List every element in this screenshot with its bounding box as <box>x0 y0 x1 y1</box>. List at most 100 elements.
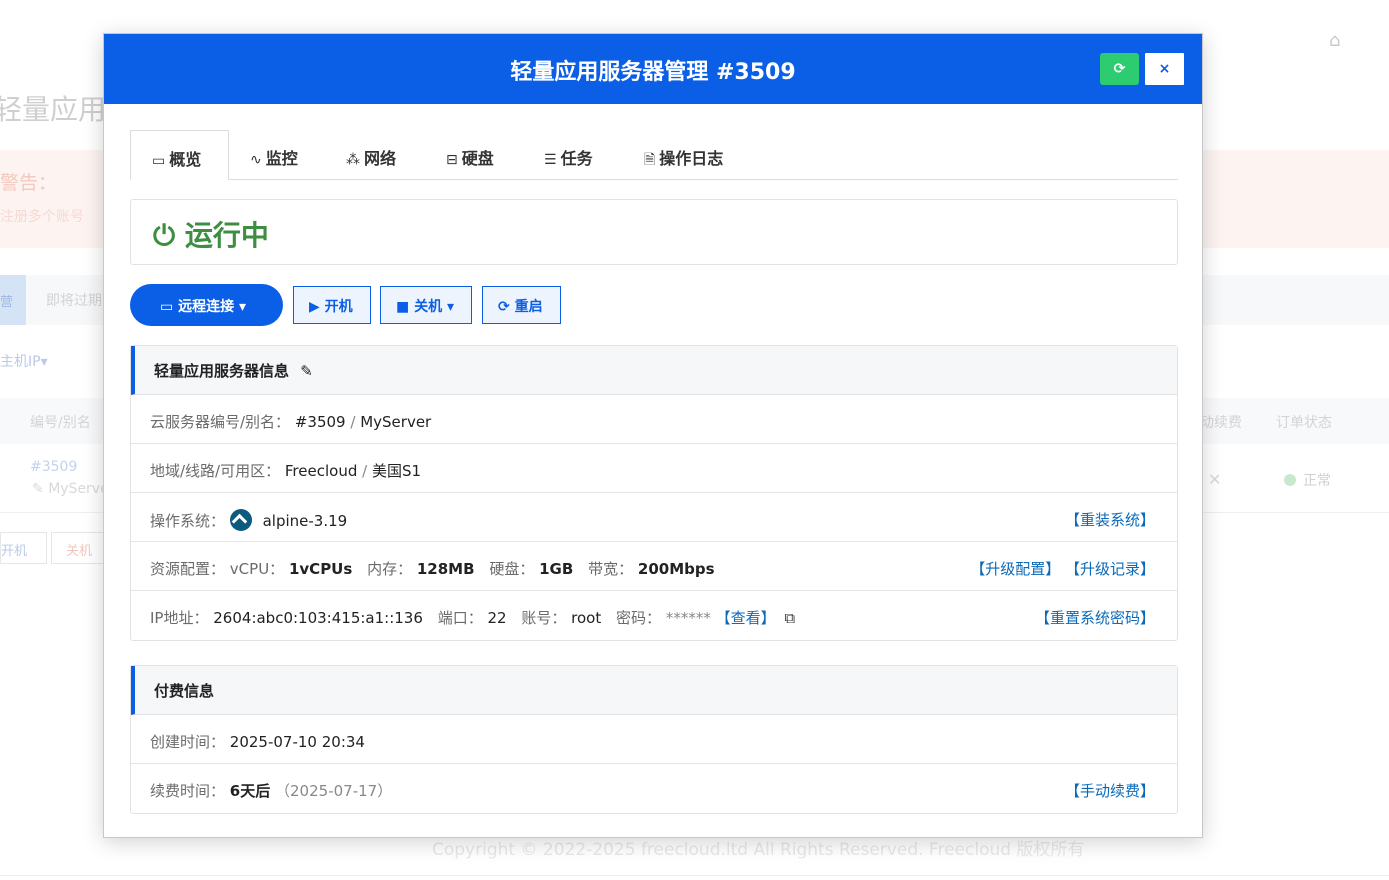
billing-heading: 付费信息 <box>131 666 1177 715</box>
server-id-label: 云服务器编号/别名： <box>150 413 291 431</box>
server-id-value: #3509 <box>294 413 346 431</box>
modal-header: 轻量应用服务器管理 #3509 ⟳ × <box>104 34 1202 104</box>
bg-power-on-button[interactable]: 开机 <box>0 532 47 564</box>
server-id-row: 云服务器编号/别名： #3509 / MyServer <box>131 395 1177 444</box>
tab-bar: ▭ 概览 ∿ 监控 ⁂ 网络 ⊟ 硬盘 ☰ 任务 🗎 操作日志 <box>130 130 1178 180</box>
close-icon: × <box>1158 61 1171 77</box>
region-row: 地域/线路/可用区： Freecloud / 美国S1 <box>131 444 1177 493</box>
os-row: 操作系统： alpine-3.19 【重装系统】 <box>131 493 1177 542</box>
copy-icon[interactable]: ⧉ <box>784 609 795 627</box>
renew-row: 续费时间： 6天后 （2025-07-17） 【手动续费】 <box>131 764 1177 813</box>
bandwidth-label: 带宽： <box>588 560 634 578</box>
resources-row: 资源配置： vCPU： 1vCPUs 内存： 128MB 硬盘： 1GB 带宽：… <box>131 542 1177 591</box>
play-icon: ▶ <box>309 299 320 315</box>
manual-renew-link[interactable]: 【手动续费】 <box>1065 780 1155 801</box>
port-value: 22 <box>487 609 507 627</box>
server-management-modal: 轻量应用服务器管理 #3509 ⟳ × ▭ 概览 ∿ 监控 ⁂ 网络 ⊟ 硬盘 ☰ 任务 … <box>103 33 1203 838</box>
upgrade-links: 【升级配置】 【升级记录】 <box>970 558 1155 579</box>
monitor-icon: ▭ <box>152 153 166 169</box>
server-alias: MyServer <box>360 413 432 431</box>
os-value: alpine-3.19 <box>262 512 348 530</box>
edit-icon: ✎ <box>32 481 44 497</box>
tab-logs[interactable]: 🗎 操作日志 <box>644 130 723 180</box>
memory-value: 128MB <box>416 560 475 578</box>
running-status: ⏻ 运行中 <box>153 214 269 254</box>
bg-row-status: 正常 <box>1303 473 1331 489</box>
monitor-icon: ▭ <box>160 299 174 315</box>
ip-row: IP地址： 2604:abc0:103:415:a1::136 端口： 22 账… <box>131 591 1177 640</box>
ip-value: 2604:abc0:103:415:a1::136 <box>213 609 423 627</box>
vcpu-value: 1vCPUs <box>288 560 353 578</box>
alpine-logo-icon <box>229 509 252 531</box>
bg-divider <box>0 875 1389 876</box>
caret-down-icon: ▾ <box>238 299 247 315</box>
caret-down-icon: ▾ <box>446 299 455 315</box>
refresh-icon: ⟳ <box>498 299 510 315</box>
reboot-button[interactable]: ⟳ 重启 <box>482 286 561 324</box>
zone-value: 美国S1 <box>371 462 422 480</box>
server-info-heading: 轻量应用服务器信息 ✎ <box>131 346 1177 395</box>
home-icon[interactable]: ⌂ <box>1329 30 1340 51</box>
created-row: 创建时间： 2025-07-10 20:34 <box>131 715 1177 764</box>
bg-tab-expiring[interactable]: 即将过期 <box>46 290 102 310</box>
disk-value: 1GB <box>539 560 574 578</box>
region-value: Freecloud <box>284 462 358 480</box>
view-password-link[interactable]: 【查看】 <box>716 609 776 627</box>
reboot-label: 重启 <box>514 299 543 315</box>
disk-label: 硬盘： <box>489 560 535 578</box>
separator: / <box>350 413 361 431</box>
tab-monitor[interactable]: ∿ 监控 <box>250 130 298 180</box>
server-info-panel: 轻量应用服务器信息 ✎ 云服务器编号/别名： #3509 / MyServer … <box>130 345 1178 641</box>
close-button[interactable]: × <box>1145 53 1184 85</box>
bg-filter-dropdown[interactable]: 主机IP▾ <box>0 351 48 371</box>
tab-tasks[interactable]: ☰ 任务 <box>544 130 593 180</box>
bg-row-id[interactable]: #3509 <box>30 459 77 475</box>
tab-overview-label: 概览 <box>169 150 202 169</box>
reset-password-link[interactable]: 【重置系统密码】 <box>1035 607 1155 628</box>
renew-date-value: （2025-07-17） <box>275 782 393 800</box>
bg-tab-active[interactable]: 营 <box>0 275 26 325</box>
vcpu-label: vCPU： <box>229 560 285 578</box>
bandwidth-value: 200Mbps <box>637 560 715 578</box>
os-label: 操作系统： <box>150 512 226 530</box>
password-label: 密码： <box>616 609 662 627</box>
close-icon: ✕ <box>1208 470 1222 489</box>
billing-title: 付费信息 <box>154 682 215 700</box>
created-label: 创建时间： <box>150 733 226 751</box>
power-icon: ⏻ <box>153 219 176 252</box>
created-value: 2025-07-10 20:34 <box>229 733 365 751</box>
remote-connect-button[interactable]: ▭ 远程连接 ▾ <box>130 284 283 326</box>
billing-panel: 付费信息 创建时间： 2025-07-10 20:34 续费时间： 6天后 （2… <box>130 665 1178 814</box>
upgrade-log-link[interactable]: 【升级记录】 <box>1065 560 1155 578</box>
separator: / <box>362 462 372 480</box>
ip-label: IP地址： <box>150 609 209 627</box>
power-off-button[interactable]: ■ 关机 ▾ <box>380 286 472 324</box>
modal-title: 轻量应用服务器管理 #3509 <box>510 60 796 85</box>
tab-network-label: 网络 <box>364 149 397 168</box>
hdd-icon: ⊟ <box>446 152 458 168</box>
tab-network[interactable]: ⁂ 网络 <box>346 130 396 180</box>
reinstall-link[interactable]: 【重装系统】 <box>1065 509 1155 530</box>
refresh-icon: ⟳ <box>1113 61 1126 77</box>
tab-overview[interactable]: ▭ 概览 <box>130 130 229 180</box>
edit-icon[interactable]: ✎ <box>300 362 313 380</box>
tab-disk[interactable]: ⊟ 硬盘 <box>446 130 494 180</box>
password-value: ****** <box>665 609 711 627</box>
tab-monitor-label: 监控 <box>265 149 298 168</box>
account-value: root <box>571 609 602 627</box>
status-dot-icon <box>1284 474 1296 486</box>
upgrade-link[interactable]: 【升级配置】 <box>970 560 1060 578</box>
resources-label: 资源配置： <box>150 560 226 578</box>
refresh-button[interactable]: ⟳ <box>1100 53 1139 85</box>
power-on-button[interactable]: ▶ 开机 <box>293 286 371 324</box>
power-on-label: 开机 <box>324 299 353 315</box>
bg-power-on-label: 开机 <box>1 544 28 559</box>
memory-label: 内存： <box>367 560 413 578</box>
status-label: 运行中 <box>184 219 269 252</box>
tab-tasks-label: 任务 <box>560 149 593 168</box>
bg-power-off-button[interactable]: 关机 <box>51 532 111 564</box>
tab-logs-label: 操作日志 <box>659 149 724 168</box>
renew-label: 续费时间： <box>150 782 226 800</box>
stop-icon: ■ <box>396 299 410 315</box>
port-label: 端口： <box>437 609 483 627</box>
